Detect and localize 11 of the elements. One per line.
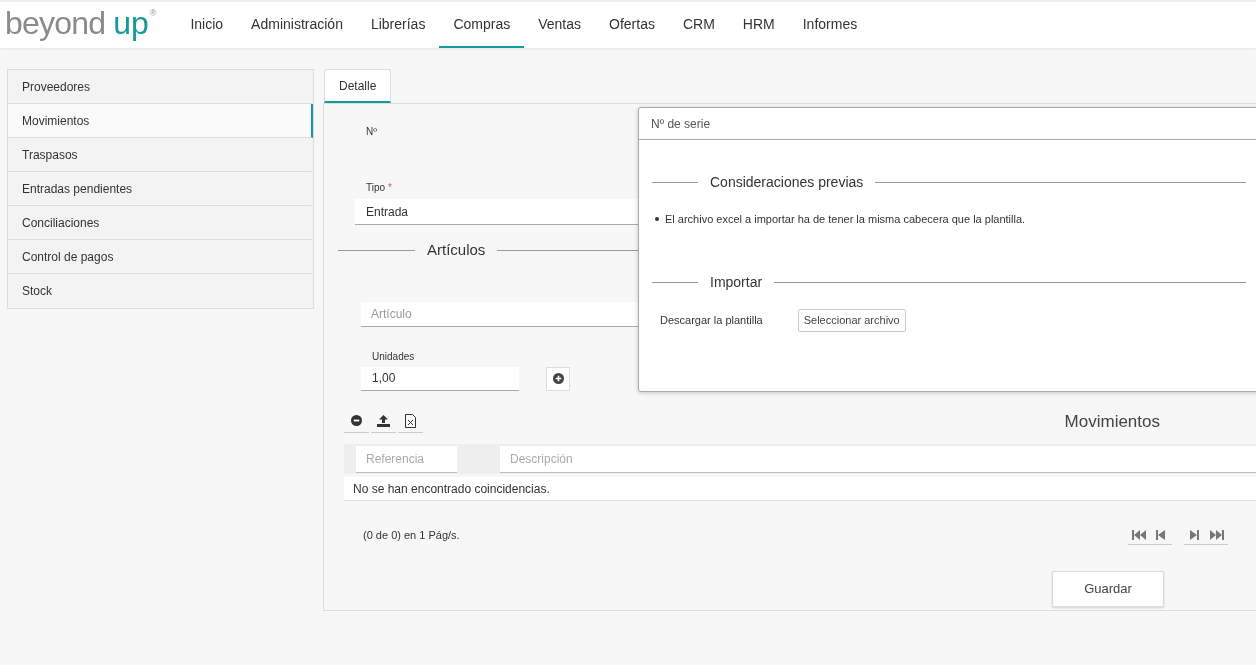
field-label: Nº <box>366 125 377 139</box>
table-title: Movimientos <box>1064 410 1160 433</box>
section-heading: Artículos <box>427 240 486 260</box>
empty-table-message: No se han encontrado coincidencias. <box>344 477 1256 501</box>
field-label: Tipo <box>366 181 386 195</box>
section-heading: Importar <box>710 272 763 292</box>
field-label: Unidades <box>372 349 415 364</box>
section-heading: Consideraciones previas <box>710 173 864 192</box>
pager-summary: (0 de 0) en 1 Pág/s. <box>363 527 460 543</box>
required-mark: * <box>388 181 392 195</box>
dialog-title: Nº de serie <box>651 115 711 133</box>
